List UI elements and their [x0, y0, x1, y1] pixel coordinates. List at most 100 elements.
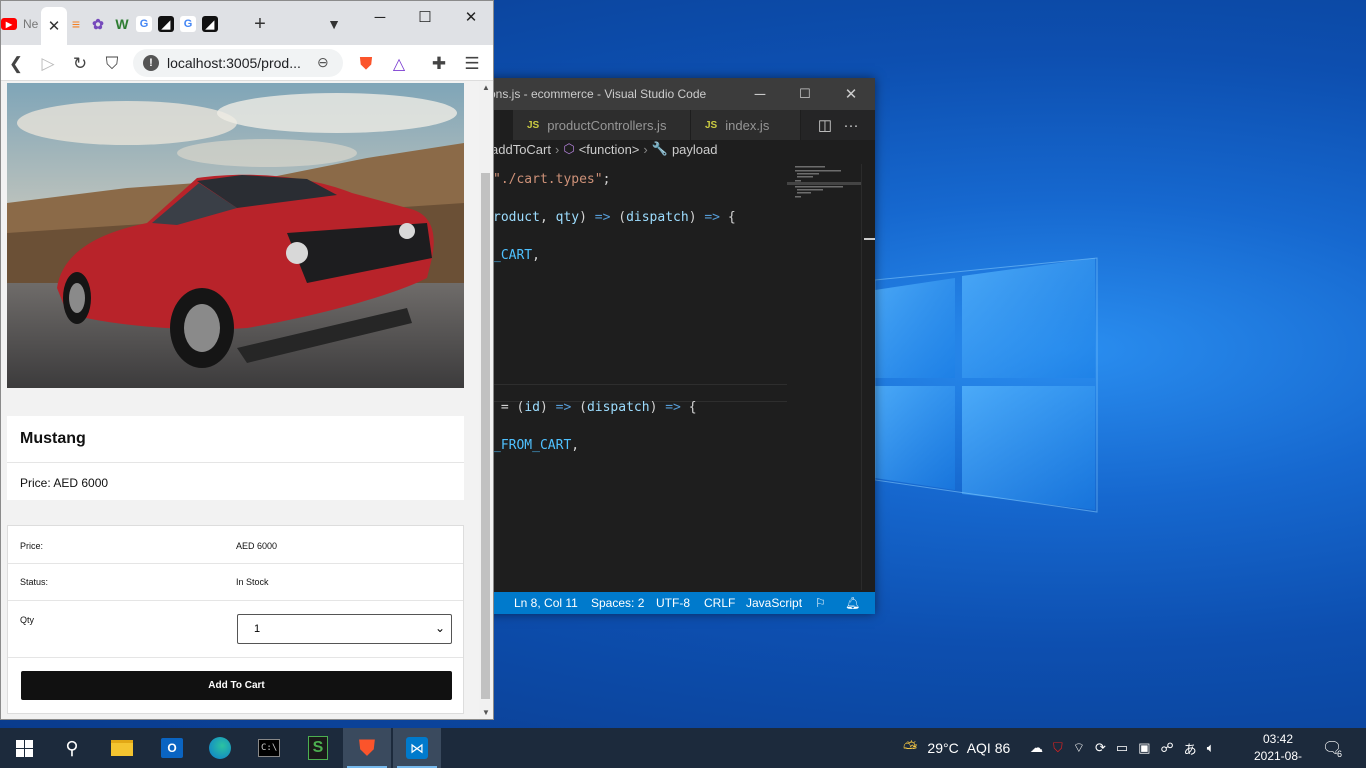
taskbar-app-s[interactable]: S [294, 728, 342, 768]
taskbar-brave[interactable]: ⛊ [343, 728, 391, 768]
clock[interactable]: 03:42 2021-08-25 [1248, 731, 1308, 768]
more-actions-icon[interactable]: ··· [838, 110, 864, 140]
cursor-position[interactable]: Ln 8, Col 11 [514, 596, 578, 610]
scroll-down-icon[interactable]: ▼ [482, 708, 490, 717]
tab-youtube[interactable]: ▶ Ne [1, 9, 41, 39]
code-token: _FROM_CART [493, 438, 572, 453]
breadcrumb-item-payload[interactable]: payload [672, 142, 718, 157]
search-button[interactable]: ⚲ [48, 728, 96, 768]
qty-select[interactable]: 1 ⌄ [237, 614, 452, 644]
scroll-up-icon[interactable]: ▲ [482, 83, 490, 92]
redux-icon: ✿ [92, 15, 104, 32]
code-token: id [524, 400, 540, 415]
qty-value: 1 [254, 623, 261, 635]
indentation-status[interactable]: Spaces: 2 [591, 596, 644, 610]
menu-button[interactable]: ☰ [459, 51, 485, 77]
ime-icon[interactable]: あ [1184, 739, 1197, 758]
weather-widget[interactable]: ⛅︎ 29°C AQI 86 [903, 728, 1010, 768]
vscode-close-button[interactable]: ✕ [828, 78, 874, 110]
function-icon: ⬡ [563, 141, 575, 156]
zoom-icon[interactable]: ⊖ [317, 54, 329, 71]
language-mode[interactable]: JavaScript [746, 596, 802, 610]
editor-scrollbar[interactable] [861, 164, 875, 590]
code-token: , [539, 210, 556, 225]
notion-icon: ◢ [158, 16, 174, 32]
browser-window[interactable]: ▶ Ne ✕ ≡ ✿ W G ◢ G ◢ + ▼ ─ ☐ ✕ ❮ ▷ ↻ ⛉ !… [0, 0, 494, 720]
bookmark-button[interactable]: ⛉ [99, 51, 125, 77]
tab-strip: ▶ Ne ✕ ≡ ✿ W G ◢ G ◢ + ▼ ─ ☐ ✕ [1, 1, 493, 45]
split-editor-icon[interactable]: ◫ [812, 110, 838, 140]
brave-rewards-button[interactable]: △ [386, 51, 412, 77]
minimize-button[interactable]: ─ [357, 3, 403, 31]
reload-button[interactable]: ↻ [67, 51, 93, 77]
tab-search-button[interactable]: ▼ [323, 9, 345, 39]
mcafee-shield-icon[interactable]: ⛉ [1053, 740, 1063, 756]
back-button[interactable]: ❮ [3, 51, 29, 77]
code-token: ) [649, 400, 666, 415]
tab-productcontrollers[interactable]: JS productControllers.js [513, 110, 691, 140]
code-token: ) [539, 400, 556, 415]
taskbar-file-explorer[interactable] [98, 728, 146, 768]
breadcrumb-item-function[interactable]: <function> [579, 142, 640, 157]
taskbar-terminal[interactable]: C:\ [245, 728, 293, 768]
forward-button[interactable]: ▷ [35, 51, 61, 77]
outlook-icon: O [161, 738, 183, 758]
vscode-icon: ⋈ [406, 737, 428, 759]
bell-icon[interactable]: 🔔︎ [845, 596, 860, 610]
breadcrumb-item-addtocart[interactable]: addToCart [491, 142, 551, 157]
vscode-maximize-button[interactable]: ☐ [782, 78, 828, 110]
tab-stackoverflow[interactable]: ≡ [65, 9, 87, 39]
maximize-button[interactable]: ☐ [402, 3, 448, 31]
tab-w[interactable]: W [111, 9, 133, 39]
notification-center-button[interactable]: 🗨︎ 6 [1322, 728, 1342, 768]
display-icon[interactable]: ▣ [1138, 740, 1150, 756]
address-bar[interactable]: ! localhost:3005/prod... ⊖ [133, 49, 343, 77]
page-viewport[interactable]: Mustang Price: AED 6000 Price: AED 6000 … [1, 81, 479, 719]
feedback-icon[interactable]: ⚐ [815, 596, 826, 610]
encoding-status[interactable]: UTF-8 [656, 596, 690, 610]
extensions-button[interactable]: ✚ [426, 51, 452, 77]
url-text[interactable]: localhost:3005/prod... [167, 55, 309, 71]
network-icon[interactable]: ☍ [1161, 740, 1174, 756]
active-tab-close-button[interactable]: ✕ [41, 7, 67, 45]
js-file-icon: JS [705, 119, 718, 131]
add-to-cart-button[interactable]: Add To Cart [21, 671, 452, 700]
minimap[interactable] [787, 164, 861, 590]
info-icon[interactable]: ! [143, 55, 159, 71]
tab-google-1[interactable]: G [133, 9, 155, 39]
hamburger-icon: ☰ [464, 54, 480, 73]
tab-label: index.js [725, 117, 770, 133]
vscode-title: ons.js - ecommerce - Visual Studio Code [489, 87, 707, 101]
scrollbar-thumb[interactable] [481, 173, 490, 699]
volume-icon[interactable]: 🔈︎ [1207, 740, 1215, 756]
taskbar-outlook[interactable]: O [148, 728, 196, 768]
code-token: ; [602, 172, 611, 187]
vpn-icon[interactable]: ⟳ [1095, 740, 1106, 756]
vscode-window[interactable]: ons.js - ecommerce - Visual Studio Code … [481, 78, 875, 614]
wifi-icon[interactable]: ⌔ [1073, 740, 1085, 756]
tab-label: Ne [23, 17, 39, 31]
notification-count: 6 [1337, 749, 1343, 759]
tab-redux[interactable]: ✿ [87, 9, 109, 39]
tab-index-js[interactable]: JS index.js [691, 110, 801, 140]
divider [8, 563, 463, 564]
w-icon: W [115, 16, 129, 32]
close-button[interactable]: ✕ [448, 3, 493, 31]
tab-notion-1[interactable]: ◢ [155, 9, 177, 39]
notion-icon: ◢ [202, 16, 218, 32]
tab-notion-2[interactable]: ◢ [199, 9, 221, 39]
cloud-error-icon[interactable]: ☁ [1030, 740, 1043, 756]
page-scrollbar[interactable]: ▲ ▼ [479, 81, 493, 719]
eol-status[interactable]: CRLF [704, 596, 735, 610]
taskbar-vscode[interactable]: ⋈ [393, 728, 441, 768]
battery-icon[interactable]: ▭ [1116, 740, 1128, 756]
code-editor[interactable]: "./cart.types"; roduct, qty) => (dispatch… [481, 164, 787, 590]
taskbar-edge[interactable] [196, 728, 244, 768]
forward-arrow-icon: ▷ [41, 54, 55, 73]
start-button[interactable] [0, 728, 48, 768]
chevron-right-icon: › [554, 141, 560, 157]
new-tab-button[interactable]: + [249, 9, 271, 39]
tab-google-2[interactable]: G [177, 9, 199, 39]
vscode-minimize-button[interactable]: ─ [737, 78, 783, 110]
brave-shields-button[interactable]: ⛊ [353, 51, 379, 77]
